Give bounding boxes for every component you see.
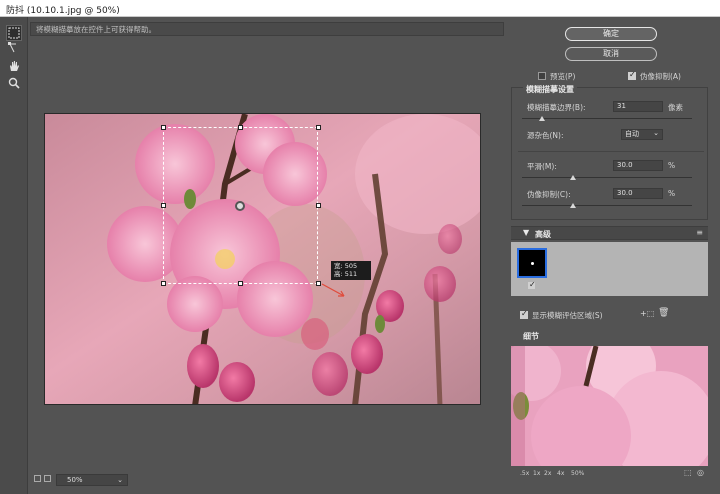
region-handle-right[interactable]: [316, 203, 321, 208]
advanced-title: 高级: [535, 230, 551, 239]
blur-bounds-unit: 像素: [668, 103, 683, 112]
cancel-button[interactable]: 取消: [565, 47, 657, 61]
blur-bounds-slider[interactable]: [522, 118, 692, 119]
show-estimation-label: 显示模糊评估区域(S): [532, 311, 603, 320]
artifact-amount-unit: %: [668, 189, 676, 198]
detail-zoom-level: 50%: [571, 470, 585, 477]
region-handle-top[interactable]: [238, 125, 243, 130]
readout-width: 宽: 505: [334, 262, 358, 270]
blur-trace-settings-title: 模糊描摹设置: [523, 84, 577, 95]
advanced-section-header[interactable]: ▼ 高级 ≡: [511, 226, 708, 240]
artifact-suppression-label: 伪像抑制(A): [640, 72, 681, 81]
zoom-tool-icon[interactable]: [6, 75, 22, 91]
region-center-pin[interactable]: [235, 201, 245, 211]
loupe-target-icon[interactable]: ◎: [697, 468, 704, 477]
panel-menu-icon[interactable]: ≡: [696, 228, 703, 237]
trash-icon[interactable]: 🗑: [658, 308, 669, 318]
size-readout: 宽: 505 高: 511: [331, 261, 371, 280]
source-noise-select[interactable]: 自动 ⌄: [621, 129, 663, 140]
region-handle-top-right[interactable]: [316, 125, 321, 130]
zoom-level-value: 50%: [67, 476, 83, 484]
source-noise-label: 源杂色(N):: [527, 131, 564, 140]
detail-section-header: 细节: [511, 330, 708, 342]
hint-bar: 将模糊描摹放在控件上可获得帮助。: [30, 22, 504, 36]
smoothing-label: 平滑(M):: [527, 162, 557, 171]
show-estimation-checkbox[interactable]: [520, 309, 528, 319]
hint-text: 将模糊描摹放在控件上可获得帮助。: [36, 25, 156, 34]
zoom-in-icon[interactable]: [44, 475, 51, 482]
blur-direction-tool-icon[interactable]: [6, 40, 22, 56]
blur-bounds-input[interactable]: 31: [613, 101, 663, 112]
region-handle-top-left[interactable]: [161, 125, 166, 130]
region-handle-bottom-left[interactable]: [161, 281, 166, 286]
artifact-amount-slider[interactable]: [522, 205, 692, 206]
smoothing-input[interactable]: 30.0: [613, 160, 663, 171]
hand-tool-icon[interactable]: [6, 58, 22, 74]
preview-checkbox[interactable]: [538, 72, 546, 80]
bottom-bar: 50% ⌄: [30, 472, 504, 488]
divider: [518, 151, 704, 152]
zoom-level-select[interactable]: 50% ⌄: [56, 474, 128, 486]
zoom-out-icon[interactable]: [34, 475, 41, 482]
add-trace-icon[interactable]: +⬚: [640, 309, 654, 318]
tool-strip: [0, 17, 28, 494]
detail-zoom-bar: .5x 1x 2x 4x 50% ⬚ ◎: [511, 468, 708, 480]
detail-zoom-1x[interactable]: 1x: [533, 470, 540, 477]
region-handle-left[interactable]: [161, 203, 166, 208]
window-titlebar: 防抖 (10.10.1.jpg @ 50%): [0, 0, 720, 17]
detail-title: 细节: [523, 332, 539, 341]
detail-loupe[interactable]: [511, 346, 708, 466]
collapse-triangle-icon[interactable]: ▼: [523, 228, 529, 237]
resize-arrow-icon: [321, 283, 345, 297]
preview-label: 预览(P): [550, 72, 576, 81]
detail-zoom-2x[interactable]: 2x: [544, 470, 551, 477]
readout-height: 高: 511: [334, 270, 358, 278]
chevron-down-icon: ⌄: [653, 129, 659, 137]
artifact-amount-label: 伪像抑制(C):: [527, 190, 571, 199]
region-handle-bottom[interactable]: [238, 281, 243, 286]
blur-trace-thumbnail[interactable]: [517, 248, 547, 278]
artifact-amount-input[interactable]: 30.0: [613, 188, 663, 199]
artifact-suppression-checkbox[interactable]: [628, 70, 636, 80]
artifact-amount-slider-thumb[interactable]: [570, 203, 576, 208]
blur-trace-tool-icon[interactable]: [6, 25, 22, 41]
thumbnail-checkbox[interactable]: [528, 280, 536, 289]
smoothing-unit: %: [668, 161, 676, 170]
smoothing-slider[interactable]: [522, 177, 692, 178]
chevron-down-icon: ⌄: [117, 476, 123, 484]
ok-button[interactable]: 确定: [565, 27, 657, 41]
detail-zoom-4x[interactable]: 4x: [557, 470, 564, 477]
source-noise-value: 自动: [625, 130, 639, 138]
detail-zoom-05x[interactable]: .5x: [520, 470, 529, 477]
loupe-action-icon[interactable]: ⬚: [684, 468, 692, 477]
blur-bounds-slider-thumb[interactable]: [539, 116, 546, 121]
smoothing-slider-thumb[interactable]: [570, 175, 576, 180]
trace-kernel-dot: [531, 262, 534, 265]
blur-bounds-label: 模糊描摹边界(B):: [527, 103, 586, 112]
window-title: 防抖 (10.10.1.jpg @ 50%): [6, 6, 120, 16]
